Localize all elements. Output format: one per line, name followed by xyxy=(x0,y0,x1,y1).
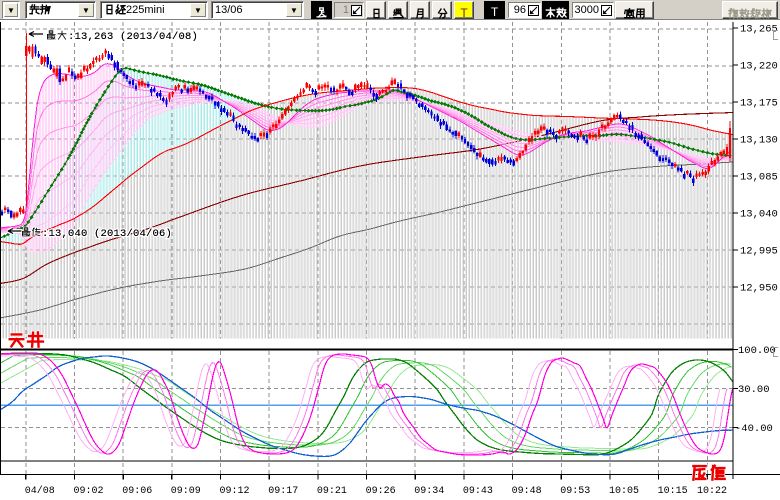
svg-text:13,175: 13,175 xyxy=(740,98,778,110)
svg-text:04/08: 04/08 xyxy=(25,485,55,497)
svg-text:09:48: 09:48 xyxy=(512,486,542,497)
svg-text:09:17: 09:17 xyxy=(268,486,298,497)
svg-text:12,950: 12,950 xyxy=(740,283,778,295)
svg-text:13,220: 13,220 xyxy=(740,61,778,73)
svg-text:09:43: 09:43 xyxy=(463,486,493,497)
svg-text:09:09: 09:09 xyxy=(171,486,201,497)
svg-text:13,130: 13,130 xyxy=(740,135,778,147)
svg-text:30.00: 30.00 xyxy=(738,384,770,396)
svg-text:10:05: 10:05 xyxy=(609,486,639,497)
svg-text:13,040: 13,040 xyxy=(740,209,778,221)
svg-text:10:15: 10:15 xyxy=(658,486,688,497)
svg-text:100.00: 100.00 xyxy=(738,345,776,357)
svg-text:09:26: 09:26 xyxy=(366,486,396,497)
svg-text:-40.00: -40.00 xyxy=(735,423,773,435)
svg-text:10:22: 10:22 xyxy=(697,486,727,497)
svg-text:09:12: 09:12 xyxy=(220,486,250,497)
svg-text:09:21: 09:21 xyxy=(317,486,347,497)
svg-text:09:02: 09:02 xyxy=(74,486,104,497)
svg-text:12,995: 12,995 xyxy=(740,246,778,258)
svg-text::13,263 (2013/04/08): :13,263 (2013/04/08) xyxy=(68,31,198,43)
svg-text:09:34: 09:34 xyxy=(414,486,444,497)
svg-text:09:06: 09:06 xyxy=(122,486,152,497)
svg-text:09:53: 09:53 xyxy=(560,486,590,497)
svg-text::13,040 (2013/04/06): :13,040 (2013/04/06) xyxy=(42,228,172,240)
svg-text:13,085: 13,085 xyxy=(740,172,778,184)
